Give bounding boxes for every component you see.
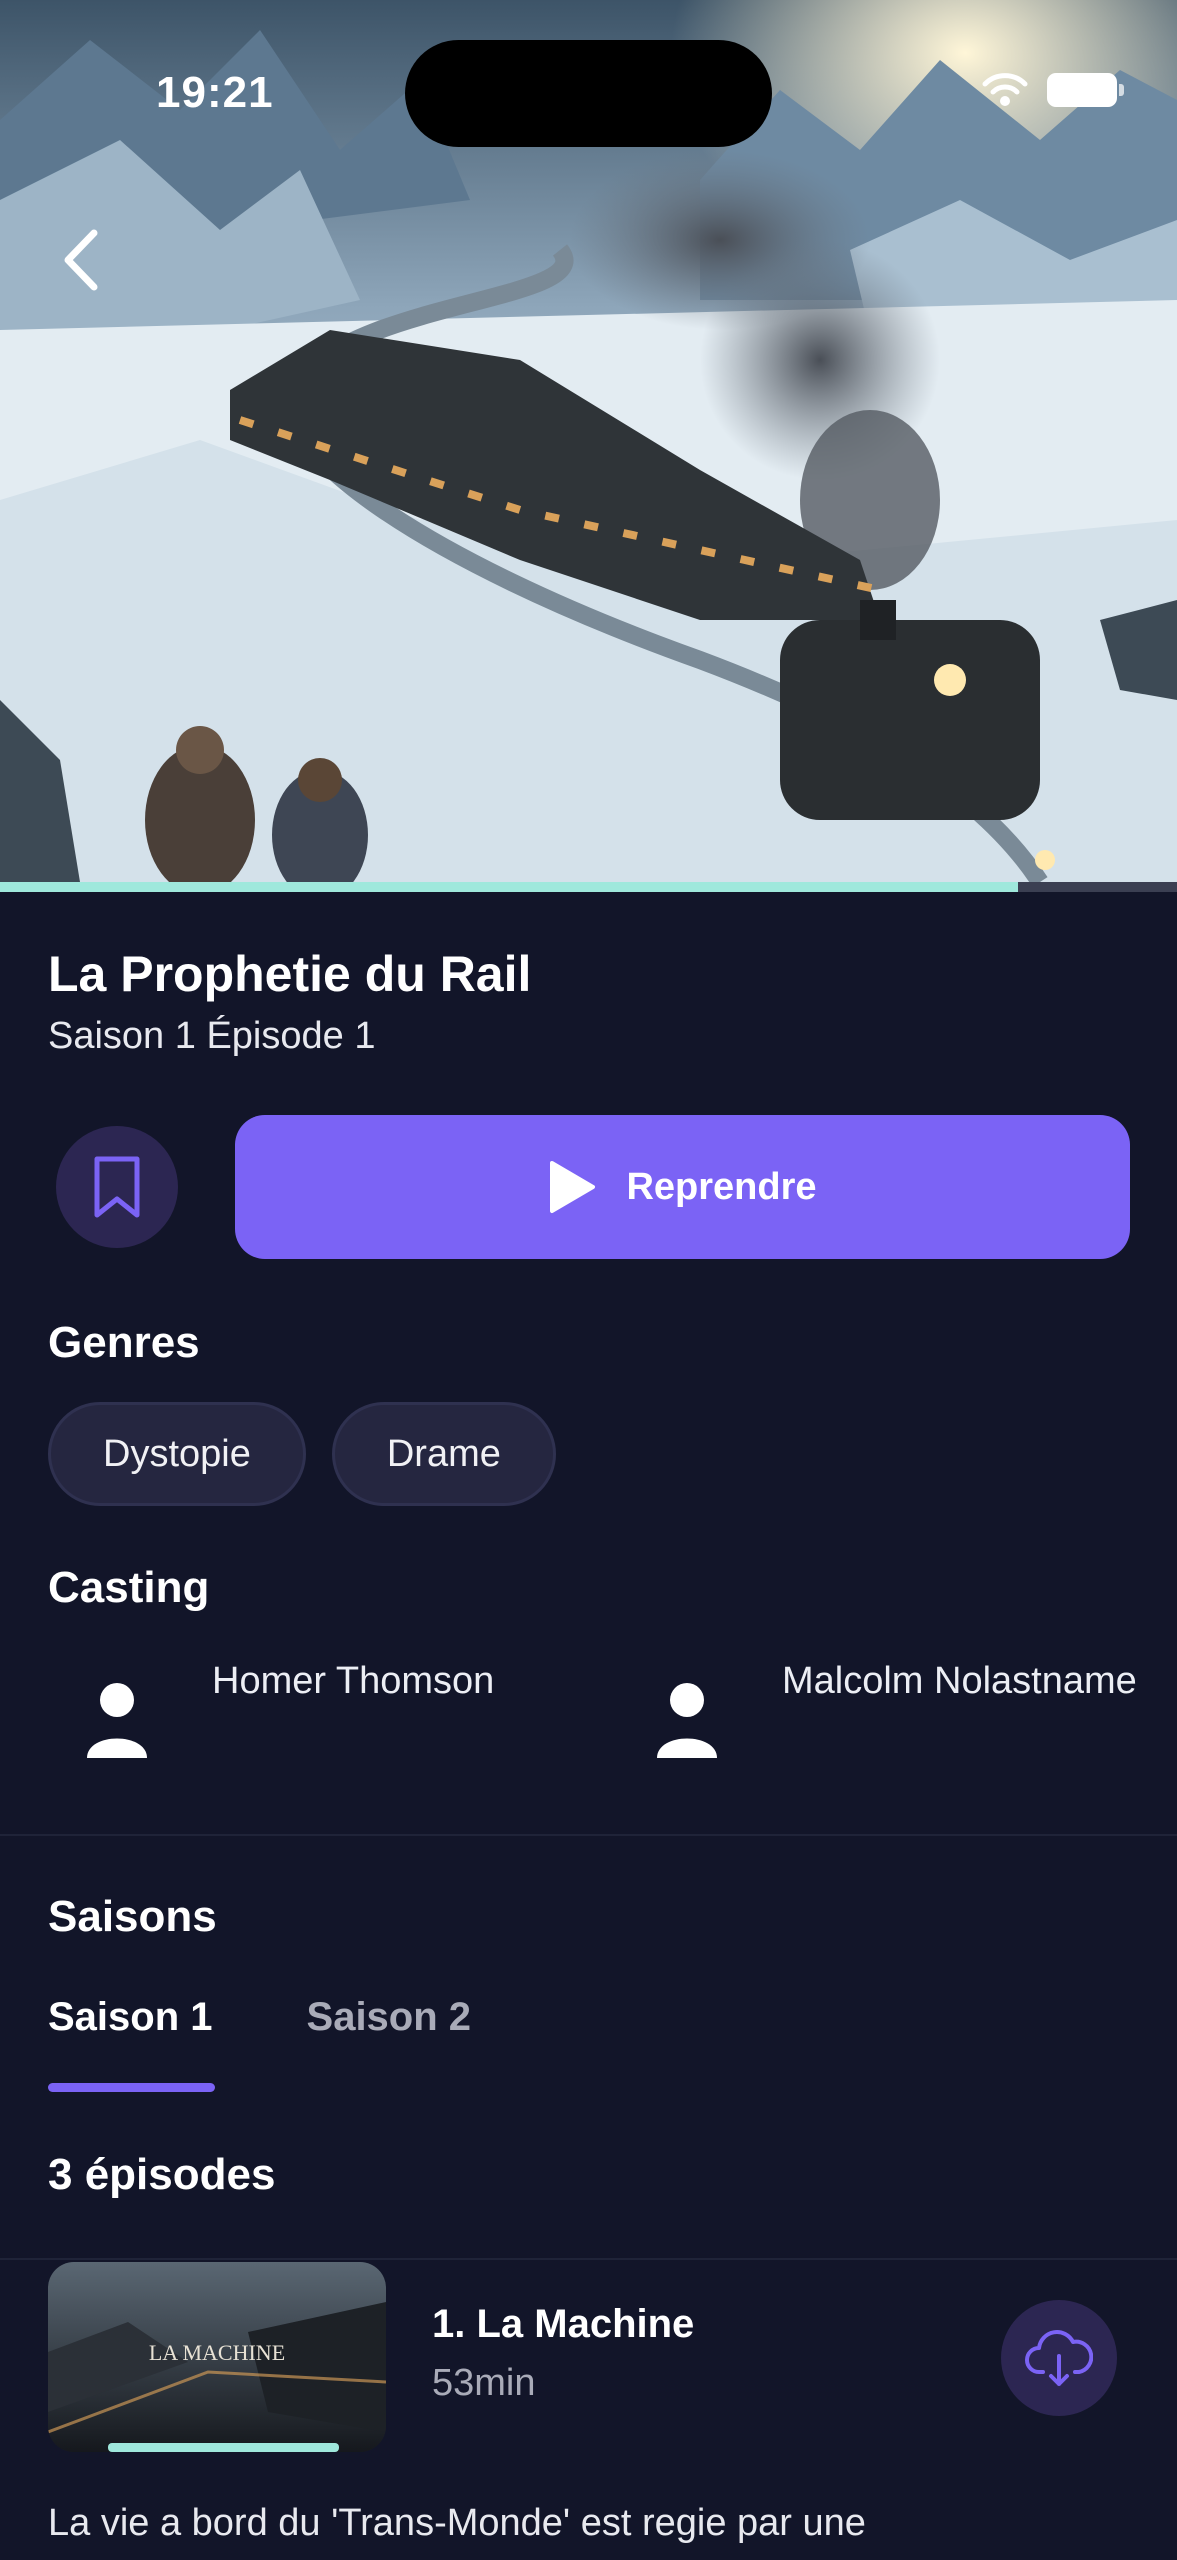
dynamic-island xyxy=(405,40,772,147)
thumbnail-title-text: LA MACHINE xyxy=(149,2340,285,2365)
status-icons xyxy=(981,72,1124,108)
divider xyxy=(0,1834,1177,1836)
cast-member[interactable]: Homer Thomson xyxy=(82,1660,494,1760)
battery-icon xyxy=(1047,73,1124,107)
casting-heading: Casting xyxy=(48,1563,210,1612)
active-tab-indicator xyxy=(48,2083,215,2092)
person-icon xyxy=(657,1683,717,1758)
tab-season-2[interactable]: Saison 2 xyxy=(307,1995,472,2040)
episode-duration: 53min xyxy=(432,2362,536,2404)
bookmark-icon xyxy=(94,1156,140,1218)
genres-heading: Genres xyxy=(48,1318,200,1367)
watch-progress-fill xyxy=(0,882,1019,892)
genre-chip[interactable]: Drame xyxy=(331,1402,556,1506)
episode-thumbnail[interactable]: LA MACHINE xyxy=(48,2262,386,2452)
season-tabs: Saison 1 Saison 2 xyxy=(48,1995,471,2040)
episode-progress-bar xyxy=(108,2443,339,2452)
cloud-download-icon xyxy=(1025,2330,1093,2386)
episode-description: La vie a bord du 'Trans-Monde' est regie… xyxy=(48,2502,866,2544)
episode-thumbnail-image: LA MACHINE xyxy=(48,2262,386,2452)
genre-chip[interactable]: Dystopie xyxy=(48,1402,306,1506)
episode-subtitle: Saison 1 Épisode 1 xyxy=(48,1015,376,1057)
watch-progress-bar xyxy=(0,882,1177,892)
download-button[interactable] xyxy=(1001,2300,1117,2416)
divider xyxy=(0,2258,1177,2260)
genre-chips: Dystopie Drame xyxy=(48,1402,556,1506)
cast-name: Malcolm Nolastname xyxy=(782,1660,1137,1702)
episode-row[interactable]: LA MACHINE 1. La Machine 53min xyxy=(0,2262,1177,2452)
tab-season-1[interactable]: Saison 1 xyxy=(48,1995,213,2040)
seasons-heading: Saisons xyxy=(48,1892,217,1941)
person-icon xyxy=(87,1683,147,1758)
cast-member[interactable]: Malcolm Nolastname xyxy=(652,1660,1137,1760)
show-title: La Prophetie du Rail xyxy=(48,946,532,1002)
resume-label: Reprendre xyxy=(626,1165,817,1208)
cast-name: Homer Thomson xyxy=(212,1660,495,1702)
episode-title: 1. La Machine xyxy=(432,2302,695,2346)
episode-count: 3 épisodes xyxy=(48,2150,276,2199)
play-icon xyxy=(550,1161,596,1213)
bookmark-button[interactable] xyxy=(56,1126,178,1248)
wifi-icon xyxy=(982,73,1028,106)
resume-button[interactable]: Reprendre xyxy=(235,1115,1130,1259)
back-chevron-icon[interactable] xyxy=(54,225,114,295)
hero-image: 19:21 xyxy=(0,0,1177,882)
status-time: 19:21 xyxy=(156,68,274,117)
